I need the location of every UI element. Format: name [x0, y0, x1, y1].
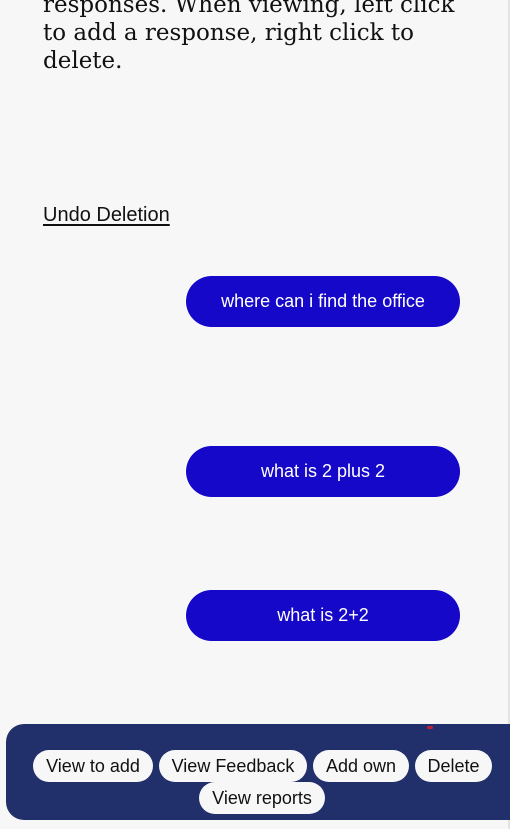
question-bubble[interactable]: what is 2+2 — [186, 590, 460, 641]
delete-button[interactable]: Delete — [415, 750, 492, 782]
undo-deletion-link[interactable]: Undo Deletion — [43, 204, 170, 227]
instructions-text: responses. When viewing, left click to a… — [43, 0, 455, 74]
toolbar-marker — [427, 726, 433, 729]
question-bubble[interactable]: what is 2 plus 2 — [186, 446, 460, 497]
bottom-toolbar: View to add View Feedback Add own Delete… — [6, 724, 510, 820]
view-feedback-button[interactable]: View Feedback — [159, 750, 307, 782]
add-own-button[interactable]: Add own — [313, 750, 409, 782]
view-reports-button[interactable]: View reports — [199, 782, 325, 814]
question-bubble[interactable]: where can i find the office — [186, 276, 460, 327]
view-to-add-button[interactable]: View to add — [33, 750, 153, 782]
